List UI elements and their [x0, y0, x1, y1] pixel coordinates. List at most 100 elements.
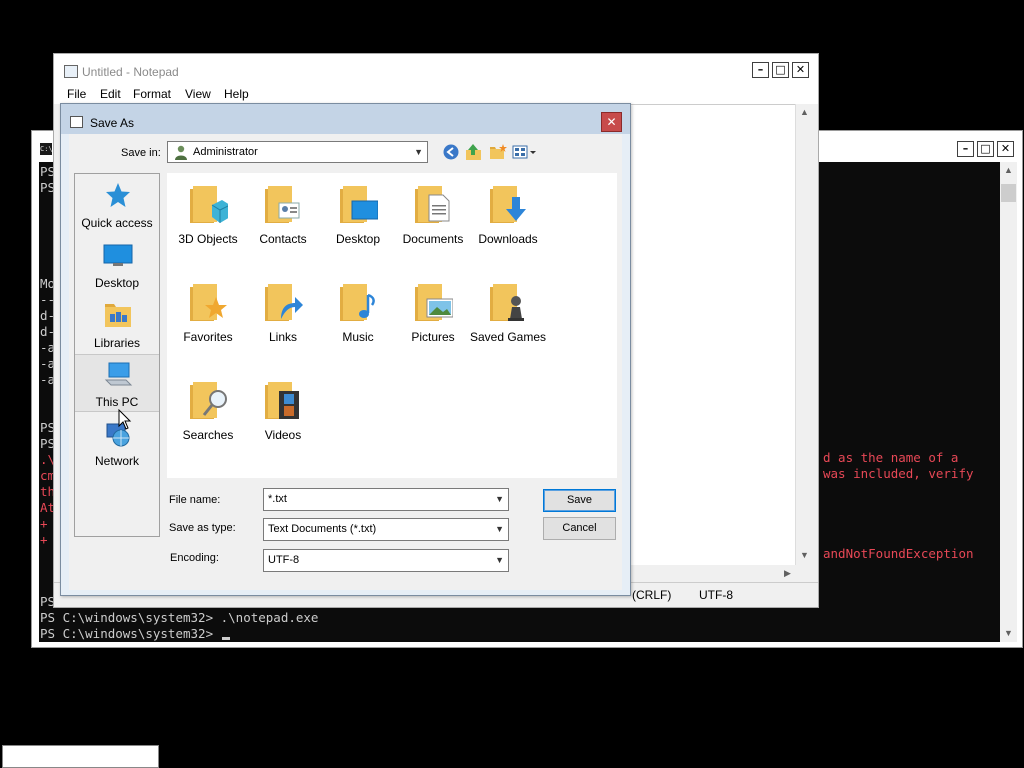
folder-label: Desktop: [335, 232, 381, 246]
notepad-titlebar[interactable]: Untitled - Notepad – □ ✕: [54, 54, 818, 84]
save-in-dropdown[interactable]: Administrator ▼: [167, 141, 428, 163]
menu-help[interactable]: Help: [224, 87, 249, 101]
desktop-folder-icon: [340, 186, 378, 223]
folder-item-3d-objects[interactable]: 3D Objects: [168, 173, 248, 253]
music-folder-icon: [340, 284, 375, 321]
documents-folder-icon: [415, 186, 450, 223]
cancel-button[interactable]: Cancel: [543, 517, 616, 540]
chevron-down-icon: ▼: [495, 494, 504, 504]
folder-label: 3D Objects: [178, 232, 238, 246]
mouse-pointer-icon: [118, 409, 132, 430]
desktop-icon: [103, 244, 133, 266]
scroll-right-icon[interactable]: ▶: [779, 568, 796, 579]
folder-item-links[interactable]: Links: [243, 271, 323, 351]
folder-label: Downloads: [478, 232, 538, 246]
new-folder-icon[interactable]: [489, 143, 507, 161]
folder-label: Favorites: [183, 330, 233, 344]
folder-label: Contacts: [259, 232, 307, 246]
view-menu-icon[interactable]: [512, 143, 538, 161]
folder-item-downloads[interactable]: Downloads: [468, 173, 548, 253]
notepad-maximize-button[interactable]: □: [772, 62, 789, 78]
place-label: Desktop: [94, 276, 140, 290]
place-this-pc[interactable]: This PC: [75, 354, 159, 412]
ps-maximize-button[interactable]: □: [977, 141, 994, 157]
folder-item-documents[interactable]: Documents: [393, 173, 473, 253]
folder-item-contacts[interactable]: Contacts: [243, 173, 323, 253]
place-libraries[interactable]: Libraries: [75, 296, 159, 354]
folder-item-searches[interactable]: Searches: [168, 369, 248, 449]
user-icon: [175, 145, 187, 160]
star-icon: [106, 183, 130, 207]
scroll-up-icon[interactable]: ▲: [1000, 165, 1017, 175]
notepad-close-button[interactable]: ✕: [792, 62, 809, 78]
folder-label: Links: [268, 330, 297, 344]
scroll-down-icon[interactable]: ▼: [1000, 628, 1017, 638]
file-name-value: *.txt: [268, 493, 287, 505]
save-as-type-dropdown[interactable]: Text Documents (*.txt) ▼: [263, 518, 509, 541]
encoding-label: Encoding:: [170, 552, 219, 564]
console-error-line: andNotFoundException: [823, 546, 974, 561]
notepad-horizontal-scrollbar[interactable]: ▶: [624, 565, 812, 582]
folder-item-desktop[interactable]: Desktop: [318, 173, 398, 253]
menu-format[interactable]: Format: [133, 87, 171, 101]
console-app-icon: C:\: [40, 143, 53, 155]
folder-item-videos[interactable]: Videos: [243, 369, 323, 449]
ps-close-button[interactable]: ✕: [997, 141, 1014, 157]
dialog-title: Save As: [90, 116, 135, 130]
prompt-text: PS C:\windows\system32>: [40, 626, 221, 641]
save-button[interactable]: Save: [543, 489, 616, 512]
powershell-scrollbar[interactable]: ▲ ▼: [1000, 162, 1017, 642]
close-icon: ✕: [606, 115, 617, 129]
file-list[interactable]: 3D Objects Contacts Desktop Documents Do…: [167, 173, 617, 478]
scroll-down-icon[interactable]: ▼: [796, 550, 813, 560]
folder-label: Music: [342, 330, 374, 344]
pictures-folder-icon: [415, 284, 453, 321]
dialog-titlebar[interactable]: Save As ✕: [61, 104, 630, 134]
saved-games-folder-icon: [490, 284, 524, 321]
places-bar: Quick access Desktop Libraries This PC N…: [74, 173, 160, 537]
folder-label: Documents: [402, 232, 464, 246]
dialog-close-button[interactable]: ✕: [601, 112, 622, 132]
folder-item-music[interactable]: Music: [318, 271, 398, 351]
folder-item-pictures[interactable]: Pictures: [393, 271, 473, 351]
notepad-minimize-button[interactable]: –: [752, 62, 769, 78]
folder-item-favorites[interactable]: Favorites: [168, 271, 248, 351]
libraries-icon: [105, 304, 131, 327]
place-label: Network: [94, 454, 139, 468]
status-line-ending: (CRLF): [632, 588, 672, 602]
menu-view[interactable]: View: [185, 87, 211, 101]
taskbar-fragment[interactable]: [2, 745, 159, 768]
chevron-down-icon: ▼: [414, 147, 423, 157]
scroll-up-icon[interactable]: ▲: [796, 107, 813, 117]
place-label: This PC: [95, 395, 139, 409]
contacts-folder-icon: [265, 186, 300, 223]
status-encoding: UTF-8: [699, 588, 733, 602]
favorites-folder-icon: [190, 284, 227, 321]
place-network[interactable]: Network: [75, 414, 159, 472]
encoding-dropdown[interactable]: UTF-8 ▼: [263, 549, 509, 572]
encoding-value: UTF-8: [268, 554, 300, 566]
console-error-line: +: [40, 516, 48, 531]
3d-objects-folder-icon: [190, 186, 228, 223]
notepad-menubar: File Edit Format View Help: [54, 84, 818, 104]
menu-edit[interactable]: Edit: [100, 87, 121, 101]
folder-item-saved-games[interactable]: Saved Games: [468, 271, 548, 351]
notepad-vertical-scrollbar[interactable]: ▲ ▼: [795, 104, 812, 566]
menu-file[interactable]: File: [67, 87, 86, 101]
file-name-input[interactable]: *.txt ▼: [263, 488, 509, 511]
save-as-type-label: Save as type:: [169, 522, 236, 534]
folder-label: Saved Games: [469, 330, 547, 344]
folder-label: Videos: [264, 428, 302, 442]
save-as-type-value: Text Documents (*.txt): [268, 523, 377, 535]
place-quick-access[interactable]: Quick access: [75, 176, 159, 234]
console-error-line: was included, verify: [823, 466, 974, 481]
back-arrow-icon[interactable]: [442, 143, 460, 161]
up-folder-icon[interactable]: [465, 143, 483, 161]
scrollbar-thumb[interactable]: [1001, 184, 1016, 202]
place-desktop[interactable]: Desktop: [75, 236, 159, 294]
place-label: Libraries: [93, 336, 141, 350]
ps-minimize-button[interactable]: –: [957, 141, 974, 157]
text-cursor: [221, 637, 230, 640]
console-command-line: PS C:\windows\system32> .\notepad.exe: [40, 610, 319, 625]
console-current-prompt[interactable]: PS C:\windows\system32>: [40, 626, 230, 642]
